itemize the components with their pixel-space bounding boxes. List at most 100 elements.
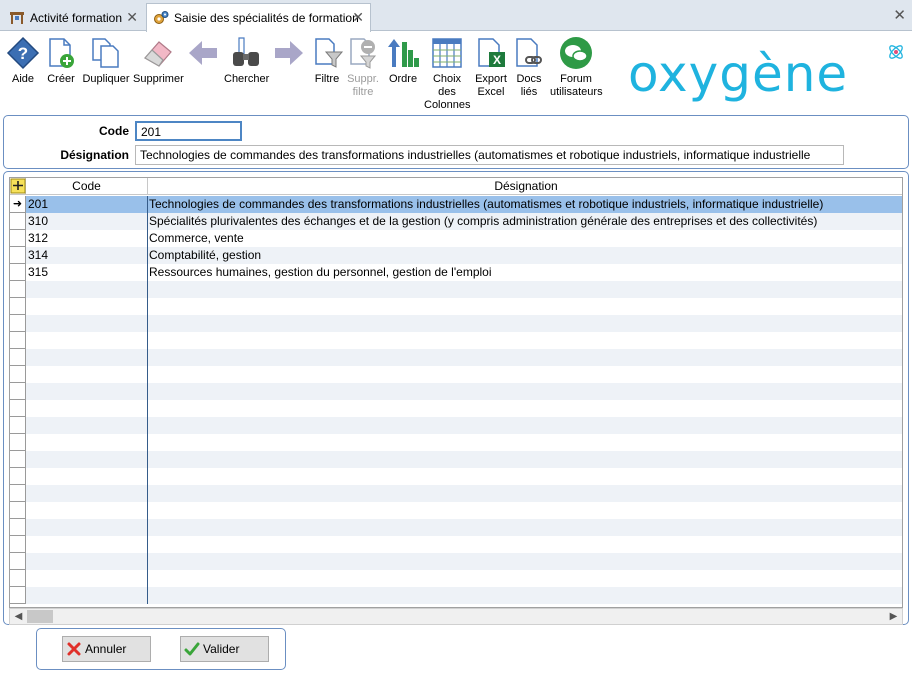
table-row[interactable]: 314 Comptabilité, gestion [10,247,902,264]
designation-input[interactable]: Technologies de commandes des transforma… [135,145,844,165]
previous-button[interactable] [186,36,220,73]
cell-code[interactable] [26,519,148,536]
row-header[interactable] [10,264,26,281]
scroll-left-icon[interactable]: ◀ [10,609,27,624]
cell-designation[interactable] [148,519,902,536]
row-header[interactable] [10,298,26,315]
cell-code[interactable] [26,451,148,468]
row-header[interactable] [10,502,26,519]
cell-designation[interactable]: Comptabilité, gestion [148,247,902,264]
row-header[interactable] [10,230,26,247]
add-row-icon[interactable] [10,178,26,195]
aide-button[interactable]: ? Aide [6,36,40,86]
cell-code[interactable] [26,315,148,332]
cell-designation[interactable] [148,417,902,434]
code-input[interactable]: 201 [135,121,242,141]
table-row[interactable]: ➜ 201 Technologies de commandes des transf… [10,196,902,213]
cell-code[interactable] [26,570,148,587]
row-header[interactable] [10,247,26,264]
row-header[interactable] [10,400,26,417]
ordre-button[interactable]: Ordre [386,36,420,86]
row-header[interactable] [10,332,26,349]
cell-designation[interactable]: Technologies de commandes des transforma… [148,196,902,213]
cell-designation[interactable] [148,434,902,451]
column-header-code[interactable]: Code [26,178,148,195]
cell-designation[interactable] [148,366,902,383]
cell-designation[interactable] [148,502,902,519]
chercher-button[interactable]: Chercher [224,36,269,86]
row-header[interactable] [10,417,26,434]
table-row[interactable] [10,587,902,604]
creer-button[interactable]: Créer [44,36,78,86]
cell-code[interactable] [26,468,148,485]
dupliquer-button[interactable]: Dupliquer [82,36,130,86]
table-row[interactable] [10,553,902,570]
table-row[interactable] [10,315,902,332]
row-header[interactable] [10,349,26,366]
cell-designation[interactable] [148,315,902,332]
table-row[interactable] [10,570,902,587]
cell-designation[interactable]: Spécialités plurivalentes des échanges e… [148,213,902,230]
table-row[interactable]: 310 Spécialités plurivalentes des échange… [10,213,902,230]
tab-saisie-specialites[interactable]: Saisie des spécialités de formation ✕ [146,3,371,32]
row-header[interactable] [10,451,26,468]
cell-code[interactable] [26,553,148,570]
cell-code[interactable] [26,502,148,519]
cell-designation[interactable]: Ressources humaines, gestion du personne… [148,264,902,281]
supprimer-button[interactable]: Supprimer [133,36,184,86]
row-header[interactable] [10,485,26,502]
table-row[interactable] [10,451,902,468]
cell-designation[interactable] [148,468,902,485]
table-row[interactable] [10,366,902,383]
table-row[interactable] [10,383,902,400]
table-row[interactable] [10,298,902,315]
cell-code[interactable] [26,383,148,400]
table-row[interactable] [10,349,902,366]
cell-code[interactable] [26,417,148,434]
cell-designation[interactable] [148,570,902,587]
next-button[interactable] [272,36,306,73]
close-all-icon[interactable]: ✕ [893,6,906,24]
cell-code[interactable] [26,587,148,604]
table-row[interactable] [10,281,902,298]
row-header[interactable] [10,315,26,332]
row-header[interactable] [10,213,26,230]
table-row[interactable] [10,502,902,519]
forum-utilisateurs-button[interactable]: Forum utilisateurs [550,36,603,99]
cell-code[interactable]: 314 [26,247,148,264]
cell-designation[interactable] [148,298,902,315]
cell-code[interactable] [26,366,148,383]
cell-code[interactable] [26,536,148,553]
tab-activite-formation[interactable]: Activité formation ✕ [2,3,145,31]
row-header[interactable] [10,570,26,587]
cell-designation[interactable]: Commerce, vente [148,230,902,247]
cell-designation[interactable] [148,451,902,468]
table-row[interactable] [10,332,902,349]
table-row[interactable] [10,485,902,502]
cell-code[interactable] [26,349,148,366]
horizontal-scrollbar[interactable]: ◀ ▶ [9,608,903,625]
cell-designation[interactable] [148,536,902,553]
row-header[interactable] [10,434,26,451]
suppr-filtre-button[interactable]: Suppr. filtre [346,36,380,99]
row-header[interactable] [10,468,26,485]
cell-code[interactable] [26,400,148,417]
cell-designation[interactable] [148,332,902,349]
filtre-button[interactable]: Filtre [311,36,344,86]
column-header-designation[interactable]: Désignation [148,178,902,195]
choix-colonnes-button[interactable]: Choix des Colonnes [424,36,470,112]
table-row[interactable] [10,468,902,485]
cell-code[interactable]: 315 [26,264,148,281]
table-row[interactable] [10,519,902,536]
row-header[interactable] [10,383,26,400]
cell-designation[interactable] [148,349,902,366]
cell-designation[interactable] [148,587,902,604]
row-header[interactable] [10,281,26,298]
table-row[interactable] [10,400,902,417]
cell-code[interactable] [26,485,148,502]
current-row-arrow-icon[interactable]: ➜ [10,196,26,213]
table-row[interactable] [10,434,902,451]
valider-button[interactable]: Valider [180,636,269,662]
table-row[interactable]: 312 Commerce, vente [10,230,902,247]
cell-code[interactable] [26,298,148,315]
